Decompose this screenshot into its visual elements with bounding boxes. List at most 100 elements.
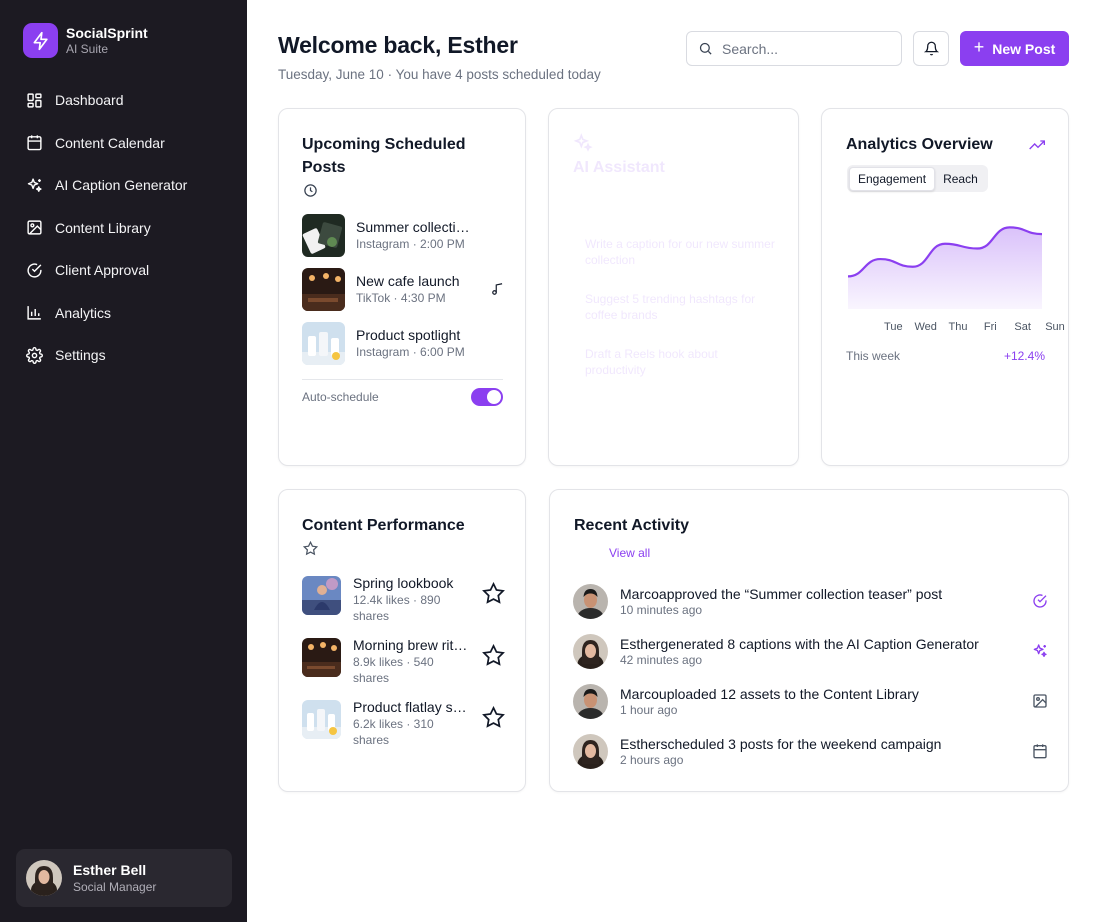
x-axis-ticks: Tue Wed Thu Fri Sat Sun (846, 321, 1065, 335)
search-input[interactable] (722, 40, 892, 57)
activity-time: 42 minutes ago (620, 652, 703, 667)
sidebar: SocialSprint AI Suite Dashboard Content … (0, 0, 247, 922)
search-icon (699, 42, 712, 55)
ai-prompt-suggestion[interactable]: Write a caption for our new summer colle… (585, 236, 775, 268)
performance-item[interactable]: Product flatlay series 6.2k likes · 310 … (302, 698, 507, 747)
new-post-button[interactable]: + New Post (960, 31, 1069, 66)
clock-icon (304, 184, 317, 197)
sidebar-nav: Dashboard Content Calendar AI Caption Ge… (20, 79, 230, 377)
activity-description: uploaded 12 assets to the Content Librar… (658, 685, 919, 702)
item-title: Product flatlay series (353, 699, 471, 715)
sidebar-item-label: Content Library (55, 219, 151, 236)
post-thumbnail (302, 267, 345, 311)
user-profile[interactable]: Esther Bell Social Manager (16, 849, 232, 907)
card-title: Upcoming Scheduled Posts (302, 136, 466, 176)
brand-name: SocialSprint (66, 24, 148, 41)
plus-icon: + (973, 37, 985, 57)
item-title: Morning brew ritual (353, 637, 471, 653)
scheduled-post[interactable]: New cafe launch TikTok · 4:30 PM (302, 267, 507, 311)
period-label: This week (846, 349, 901, 363)
x-tick-label: Sun (1045, 321, 1065, 333)
ai-prompt-suggestion[interactable]: Draft a Reels hook about productivity (585, 346, 775, 378)
tab-engagement[interactable]: Engagement (849, 166, 936, 191)
activity-user[interactable]: Esther (620, 736, 660, 752)
notifications-button[interactable] (913, 31, 949, 66)
item-stats: 12.4k likes · 890 shares (353, 593, 441, 623)
x-tick-label: Fri (983, 321, 997, 333)
grid-icon (27, 93, 42, 108)
ai-prompt-suggestion[interactable]: Suggest 5 trending hashtags for coffee b… (585, 291, 775, 323)
sidebar-item-label: AI Caption Generator (55, 177, 188, 194)
chart-area-fill (848, 227, 1042, 309)
bar-chart-icon (27, 306, 41, 320)
post-meta: Instagram · 6:00 PM (356, 345, 465, 359)
sidebar-item-analytics[interactable]: Analytics (20, 292, 230, 335)
card-title: Analytics Overview (846, 136, 993, 153)
lightning-icon (23, 23, 58, 58)
sidebar-item-client-approval[interactable]: Client Approval (20, 249, 230, 292)
activity-time: 1 hour ago (620, 702, 678, 717)
gear-icon (26, 346, 43, 364)
scheduled-post[interactable]: Summer collection teaser Instagram · 2:0… (302, 213, 507, 257)
calendar-icon (27, 135, 42, 151)
brand[interactable]: SocialSprint AI Suite (23, 23, 148, 58)
star-icon[interactable] (482, 582, 505, 605)
sparkles-icon (573, 133, 593, 152)
ai-assistant-card: AI Assistant Write a caption for our new… (548, 108, 799, 466)
calendar-icon (1033, 744, 1047, 759)
star-icon[interactable] (482, 644, 505, 667)
auto-schedule-toggle[interactable] (471, 388, 503, 406)
x-tick-label: Sat (1014, 321, 1031, 333)
star-icon (303, 541, 318, 556)
tab-reach[interactable]: Reach (935, 168, 986, 190)
sidebar-item-label: Settings (55, 347, 106, 364)
search-box[interactable] (686, 31, 902, 66)
view-all-link[interactable]: View all (609, 546, 650, 560)
sidebar-item-label: Client Approval (55, 262, 150, 279)
sidebar-item-label: Dashboard (55, 92, 124, 109)
check-circle-icon (1033, 594, 1047, 608)
sidebar-item-content-library[interactable]: Content Library (20, 207, 230, 250)
star-icon[interactable] (482, 706, 505, 729)
post-thumbnail (302, 576, 341, 615)
avatar (573, 633, 608, 669)
post-thumbnail (302, 638, 341, 677)
metric-tabs: Engagement Reach (847, 165, 988, 192)
analytics-card: Analytics Overview Engagement Reach Tue W… (821, 108, 1069, 466)
content-performance-card: Content Performance Spring lookbook 12.4… (278, 489, 526, 792)
sidebar-item-label: Content Calendar (55, 134, 165, 151)
sidebar-item-dashboard[interactable]: Dashboard (20, 79, 230, 122)
music-note-icon (492, 283, 503, 295)
brand-subtitle: AI Suite (66, 41, 109, 56)
activity-user[interactable]: Marco (620, 586, 659, 602)
post-title: Summer collection teaser (356, 219, 476, 235)
profile-role: Social Manager (73, 879, 157, 894)
activity-item: Marcouploaded 12 assets to the Content L… (573, 683, 1048, 719)
new-post-label: New Post (992, 40, 1056, 57)
performance-item[interactable]: Spring lookbook 12.4k likes · 890 shares (302, 574, 507, 623)
bell-icon (923, 41, 939, 56)
card-title: Recent Activity (574, 517, 689, 534)
sparkles-icon (27, 178, 42, 192)
performance-item[interactable]: Morning brew ritual 8.9k likes · 540 sha… (302, 636, 507, 685)
scheduled-post[interactable]: Product spotlight Instagram · 6:00 PM (302, 321, 507, 365)
page-subtitle: Tuesday, June 10 · You have 4 posts sche… (278, 67, 601, 82)
item-stats: 6.2k likes · 310 shares (353, 717, 434, 747)
activity-item: Marcoapproved the “Summer collection tea… (573, 583, 1048, 619)
sidebar-item-content-calendar[interactable]: Content Calendar (20, 122, 230, 165)
activity-user[interactable]: Marco (620, 686, 659, 702)
sparkles-icon (1033, 644, 1047, 657)
post-thumbnail (302, 321, 345, 365)
post-title: New cafe launch (356, 273, 460, 289)
avatar (26, 860, 62, 896)
page-title: Welcome back, Esther (278, 32, 518, 58)
profile-name: Esther Bell (73, 861, 147, 878)
sidebar-item-settings[interactable]: Settings (20, 334, 230, 377)
activity-user[interactable]: Esther (620, 636, 660, 652)
activity-description: approved the “Summer collection teaser” … (658, 585, 943, 602)
sidebar-item-ai-caption-generator[interactable]: AI Caption Generator (20, 164, 230, 207)
post-meta: Instagram · 2:00 PM (356, 237, 465, 251)
avatar (573, 733, 608, 769)
image-icon (1033, 694, 1047, 708)
card-title: AI Assistant (573, 159, 665, 176)
